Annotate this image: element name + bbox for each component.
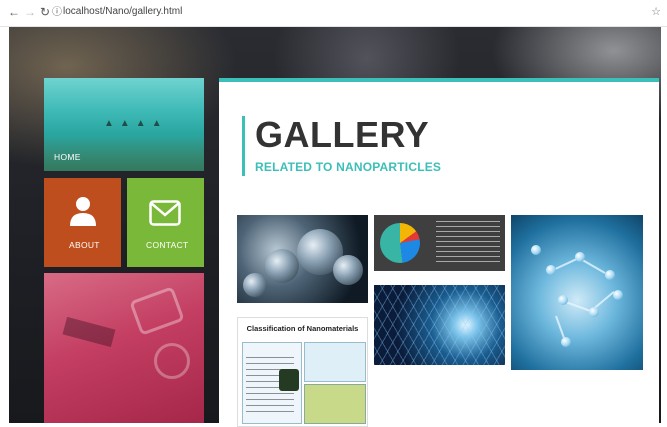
bookmark-star-icon[interactable]: ☆ <box>651 5 661 18</box>
about-tile[interactable]: ABOUT <box>44 178 121 267</box>
atom <box>613 290 623 300</box>
info-icon[interactable]: ⓘ <box>52 6 62 20</box>
hex-lattice <box>374 285 505 365</box>
gallery-image-classification[interactable]: Classification of Nanomaterials <box>237 317 368 427</box>
decor-tile <box>44 273 204 423</box>
gallery-panel: GALLERY RELATED TO NANOPARTICLES Classif… <box>219 78 659 427</box>
sphere <box>333 255 363 285</box>
atom <box>531 245 541 255</box>
gallery-image-molecule[interactable] <box>511 215 643 370</box>
page-subtitle: RELATED TO NANOPARTICLES <box>255 160 442 174</box>
envelope-icon <box>149 200 181 226</box>
user-icon <box>70 197 96 226</box>
about-label: ABOUT <box>69 240 100 250</box>
atom <box>575 252 585 262</box>
atom <box>605 270 615 280</box>
title-accent-bar <box>242 116 245 176</box>
contact-tile[interactable]: CONTACT <box>127 178 204 267</box>
classification-box <box>304 384 366 424</box>
home-tile[interactable]: ▲▲▲▲ HOME <box>44 78 204 171</box>
atom <box>561 337 571 347</box>
chart-text-lines <box>436 221 500 265</box>
decor-shape <box>129 286 185 336</box>
atom <box>558 295 568 305</box>
pie-graphic <box>380 223 420 263</box>
decor-shape <box>62 316 116 348</box>
reload-icon[interactable]: ↻ <box>40 5 50 19</box>
gallery-image-nanospheres[interactable] <box>237 215 368 303</box>
page-title: GALLERY <box>255 114 430 155</box>
atom <box>589 307 599 317</box>
gallery-image-nanotube[interactable] <box>374 285 505 365</box>
page-right-edge <box>661 27 667 423</box>
decor-shape <box>154 343 190 379</box>
forward-arrow-icon[interactable]: → <box>24 5 36 19</box>
contact-label: CONTACT <box>146 240 189 250</box>
home-label: HOME <box>54 152 81 162</box>
address-bar[interactable]: localhost/Nano/gallery.html <box>63 6 182 17</box>
gallery-image-pie-chart[interactable] <box>374 215 505 271</box>
classification-box <box>304 342 366 382</box>
classification-title: Classification of Nanomaterials <box>246 324 359 333</box>
atom <box>546 265 556 275</box>
classification-box <box>242 342 302 424</box>
sphere <box>243 273 267 297</box>
nanostructure-thumbnail <box>279 369 299 391</box>
horses-silhouette: ▲▲▲▲ <box>104 118 168 129</box>
sphere <box>265 249 299 283</box>
page-left-edge <box>0 27 9 423</box>
back-arrow-icon[interactable]: ← <box>8 5 20 19</box>
browser-toolbar: ← → ↻ ⓘ localhost/Nano/gallery.html ☆ <box>0 0 667 27</box>
